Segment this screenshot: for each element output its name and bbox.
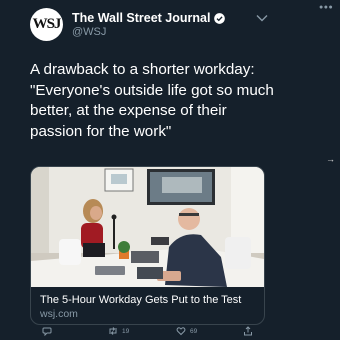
- window-menu-dots[interactable]: ●●●: [319, 4, 333, 11]
- verified-badge-icon: [214, 12, 226, 24]
- avatar-logo-text: WSJ: [32, 16, 62, 32]
- share-button[interactable]: [243, 326, 253, 336]
- tweet-text-line: "Everyone's outside life got so much: [30, 81, 274, 99]
- retweet-count: 19: [122, 327, 130, 335]
- card-domain[interactable]: wsj.com: [40, 308, 78, 320]
- tweet-text: A drawback to a shorter workday: "Everyo…: [30, 60, 280, 142]
- share-icon: [244, 326, 252, 336]
- retweet-icon: [109, 327, 117, 335]
- reply-icon: [42, 327, 52, 336]
- like-count: 69: [190, 327, 198, 335]
- tweet-actions: 19 69: [0, 326, 340, 340]
- tweet-text-line: A drawback to a shorter workday:: [30, 61, 255, 78]
- like-button[interactable]: 69: [176, 326, 197, 336]
- arrow-right-icon[interactable]: →: [326, 154, 335, 164]
- author-name-row[interactable]: The Wall Street Journal: [72, 11, 226, 25]
- card-image[interactable]: [31, 167, 264, 287]
- chevron-down-icon[interactable]: [256, 14, 268, 22]
- reply-button[interactable]: [42, 326, 52, 336]
- retweet-button[interactable]: 19: [108, 326, 129, 336]
- card-title[interactable]: The 5-Hour Workday Gets Put to the Test: [40, 294, 241, 306]
- heart-icon: [176, 327, 186, 336]
- link-card[interactable]: The 5-Hour Workday Gets Put to the Test …: [30, 166, 265, 325]
- avatar[interactable]: WSJ: [30, 8, 63, 41]
- tweet-text-line: passion for the work": [30, 122, 172, 140]
- tweet-text-line: better, at the expense of their: [30, 102, 227, 119]
- author-handle[interactable]: @WSJ: [72, 26, 106, 38]
- author-name[interactable]: The Wall Street Journal: [72, 11, 210, 25]
